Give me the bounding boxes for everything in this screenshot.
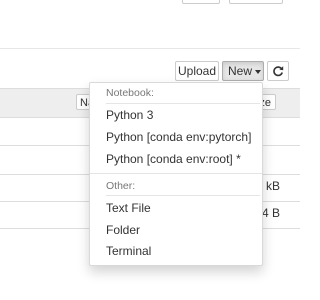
header-button[interactable] [182, 0, 220, 4]
caret-down-icon [255, 69, 262, 74]
menu-item-python-3[interactable]: Python 3 [106, 108, 153, 122]
menu-item-python-conda-pytorch[interactable]: Python [conda env:pytorch] [106, 130, 251, 144]
menu-item-text-file[interactable]: Text File [106, 201, 151, 215]
refresh-icon [273, 66, 284, 77]
file-size: 4 B [261, 206, 280, 220]
menu-divider [106, 195, 260, 196]
other-section-header: Other: [106, 180, 136, 192]
notebook-file-browser: Upload New Na ze kB 4 B Notebook: Python… [0, 0, 300, 300]
menu-divider [106, 103, 260, 104]
header-button[interactable] [229, 0, 283, 4]
file-size: kB [265, 179, 280, 193]
notebook-section-header: Notebook: [106, 87, 154, 99]
menu-separator [90, 173, 262, 174]
new-button-label: New [228, 64, 253, 78]
new-dropdown-menu: Notebook: Python 3 Python [conda env:pyt… [89, 82, 263, 266]
menu-item-terminal[interactable]: Terminal [106, 244, 151, 258]
new-dropdown-button[interactable]: New [222, 61, 264, 81]
menu-item-folder[interactable]: Folder [106, 223, 140, 237]
refresh-button[interactable] [267, 61, 289, 81]
upload-button[interactable]: Upload [175, 61, 219, 81]
header-divider [0, 48, 300, 49]
menu-item-python-conda-root[interactable]: Python [conda env:root] * [106, 152, 241, 166]
